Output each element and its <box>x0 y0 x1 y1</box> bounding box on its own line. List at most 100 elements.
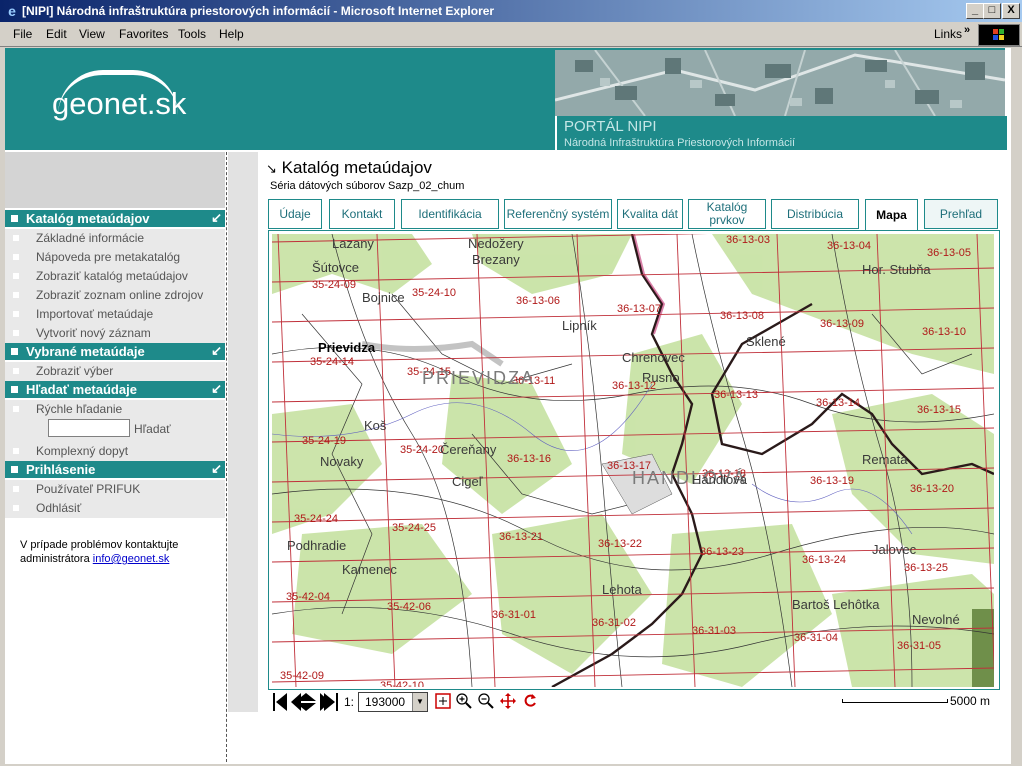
map-sheet-label: 35-42-09 <box>280 670 324 682</box>
windows-logo-icon <box>978 24 1020 46</box>
chevron-down-icon[interactable]: ▼ <box>412 693 427 711</box>
divider <box>226 152 227 762</box>
search-button[interactable]: Hľadať <box>134 422 171 436</box>
aerial-photo-banner <box>555 50 1005 116</box>
sidebar-item-help[interactable]: Nápoveda pre metakatalóg <box>5 248 225 267</box>
zoom-out-icon[interactable] <box>478 693 494 712</box>
map-place-label: Čereňany <box>440 442 497 457</box>
sidebar-item-import[interactable]: Importovať metaúdaje <box>5 305 225 324</box>
sidebar-item-show-selection[interactable]: Zobraziť výber <box>5 362 225 381</box>
map-place-label: Chrenovec <box>622 350 685 365</box>
pan-west-icon[interactable] <box>273 693 339 716</box>
menu-edit-label: Edit <box>46 27 67 41</box>
tab-prehlad[interactable]: Prehľad <box>924 199 998 229</box>
sidebar-section-login[interactable]: Prihlásenie ↙ <box>5 461 225 478</box>
links-chevron-icon[interactable]: » <box>964 24 970 36</box>
collapse-arrow-icon[interactable]: ↙ <box>211 461 222 477</box>
scale-bar <box>842 699 948 703</box>
sidebar-item-new-record[interactable]: Vytvoriť nový záznam <box>5 324 225 343</box>
map-sheet-label: 36-13-22 <box>598 538 642 550</box>
menu-view-label: View <box>79 27 105 41</box>
map-place-label: Bojnice <box>362 290 405 305</box>
quick-search-input[interactable] <box>48 419 130 437</box>
site-logo[interactable]: geonet.sk <box>52 86 186 122</box>
map-sheet-label: 36-13-13 <box>714 389 758 401</box>
menu-help[interactable]: Help <box>219 27 244 41</box>
pan-icon[interactable] <box>500 693 516 712</box>
scale-select[interactable]: 193000 ▼ <box>358 692 428 712</box>
menu-file-label: File <box>13 27 33 41</box>
section-title: Vybrané metaúdaje <box>26 344 145 359</box>
full-extent-icon[interactable] <box>435 693 451 712</box>
collapse-arrow-icon[interactable]: ↙ <box>211 210 222 226</box>
contact-note: V prípade problémov kontaktujte administ… <box>20 538 178 566</box>
map-view[interactable]: 36-13-03 36-13-04 36-13-05 35-24-09 35-24-10… <box>272 234 994 687</box>
sidebar-item-complex-query[interactable]: Komplexný dopyt <box>5 442 225 461</box>
map-place-label: Koš <box>364 418 387 433</box>
sidebar-item-show-catalog[interactable]: Zobraziť katalóg metaúdajov <box>5 267 225 286</box>
contact-email-link[interactable]: info@geonet.sk <box>93 553 170 565</box>
menu-favorites[interactable]: Favorites <box>119 27 168 41</box>
tab-mapa[interactable]: Mapa <box>865 199 918 231</box>
maximize-button[interactable]: □ <box>983 3 1001 19</box>
map-place-label: Nedožery <box>468 236 524 251</box>
map-sheet-label: 35-42-04 <box>286 591 330 603</box>
tab-kvalita-dat[interactable]: Kvalita dát <box>617 199 683 229</box>
map-sheet-label: 35-24-10 <box>412 287 456 299</box>
sidebar-section-search[interactable]: Hľadať metaúdaje ↙ <box>5 381 225 398</box>
map-sheet-label: 36-13-03 <box>726 234 770 246</box>
menu-file[interactable]: File <box>13 27 32 41</box>
map-sheet-label: 35-24-09 <box>312 279 356 291</box>
bullet-icon <box>11 348 18 355</box>
collapse-arrow-icon[interactable]: ↙ <box>211 381 222 397</box>
map-place-label: Rusno <box>642 370 680 385</box>
sidebar-top-panel <box>5 152 225 208</box>
sidebar-item-online-sources[interactable]: Zobraziť zoznam online zdrojov <box>5 286 225 305</box>
refresh-icon[interactable] <box>522 693 538 712</box>
map-sheet-label: 35-24-24 <box>294 513 338 525</box>
sidebar-item-logout[interactable]: Odhlásiť <box>5 499 225 518</box>
menu-tools[interactable]: Tools <box>178 27 206 41</box>
tab-katalog-prvkov[interactable]: Katalóg prvkov <box>688 199 766 229</box>
map-sheet-label: 36-13-16 <box>507 453 551 465</box>
tab-kontakt[interactable]: Kontakt <box>329 199 395 229</box>
close-button[interactable]: X <box>1002 3 1020 19</box>
map-sheet-label: 35-42-10 <box>380 680 424 687</box>
map-place-label: Sklené <box>746 334 786 349</box>
map-place-label: PRIEVIDZA <box>422 368 535 388</box>
sidebar-section-catalog[interactable]: Katalóg metaúdajov ↙ <box>5 210 225 227</box>
tab-distribucia[interactable]: Distribúcia <box>771 199 859 229</box>
sidebar-item-label: Vytvoriť nový záznam <box>36 326 151 340</box>
sidebar-item-label: Používateľ PRIFUK <box>36 482 141 496</box>
contact-line: V prípade problémov kontaktujte <box>20 539 179 551</box>
sidebar-item-user[interactable]: Používateľ PRIFUK <box>5 480 225 499</box>
map-sheet-label: 36-31-01 <box>492 609 536 621</box>
tab-udaje[interactable]: Údaje <box>268 199 322 229</box>
scale-bar-label: 5000 m <box>950 694 991 708</box>
menu-edit[interactable]: Edit <box>46 27 67 41</box>
sidebar-item-label: Komplexný dopyt <box>36 444 129 458</box>
map-sheet-label: 36-13-07 <box>617 303 661 315</box>
tab-identifikacia[interactable]: Identifikácia <box>401 199 499 229</box>
map-place-label: Kamenec <box>342 562 397 577</box>
tab-referencny-system[interactable]: Referenčný systém <box>504 199 612 229</box>
map-sheet-label: 35-24-25 <box>392 522 436 534</box>
menu-view[interactable]: View <box>79 27 105 41</box>
map-place-label: Lehota <box>602 582 643 597</box>
collapse-arrow-icon[interactable]: ↙ <box>211 343 222 359</box>
map-canvas[interactable]: 36-13-03 36-13-04 36-13-05 35-24-09 35-24-10… <box>272 234 994 687</box>
sidebar-item-basic-info[interactable]: Základné informácie <box>5 229 225 248</box>
sidebar-item-label: Nápoveda pre metakatalóg <box>36 250 181 264</box>
minimize-button[interactable]: _ <box>966 3 984 19</box>
links-toolbar[interactable]: Links <box>934 27 962 41</box>
section-title: Hľadať metaúdaje <box>26 382 137 397</box>
map-place-label: Lazany <box>332 236 374 251</box>
sidebar-section-selected[interactable]: Vybrané metaúdaje ↙ <box>5 343 225 360</box>
map-sheet-label: 36-13-21 <box>499 531 543 543</box>
zoom-in-icon[interactable] <box>456 693 472 712</box>
page-subtitle: Séria dátových súborov Sazp_02_chum <box>270 180 465 192</box>
map-sheet-label: 36-13-04 <box>827 240 871 252</box>
map-sheet-label: 36-13-05 <box>927 247 971 259</box>
map-place-label: Handlová <box>692 472 748 487</box>
section-title: Prihlásenie <box>26 462 96 477</box>
